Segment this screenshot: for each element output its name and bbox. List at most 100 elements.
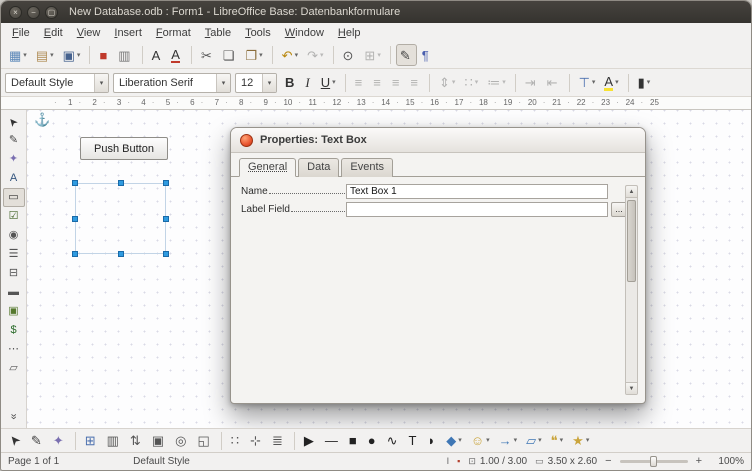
open-in-design-mode-button[interactable]: ▣	[148, 430, 170, 452]
dropdown-caret-icon[interactable]: ▾	[475, 79, 479, 86]
scroll-down-button[interactable]: ▼	[626, 382, 637, 394]
zoom-slider[interactable]	[620, 460, 688, 463]
dropdown-caret-icon[interactable]: ▾	[77, 52, 81, 59]
page-style-indicator[interactable]: Default Style	[133, 456, 190, 467]
text-box-button[interactable]: ▭	[3, 188, 25, 207]
option-button-button[interactable]: ◉	[3, 226, 25, 245]
chevron-down-icon[interactable]: ▾	[216, 74, 230, 92]
dropdown-caret-icon[interactable]: ▾	[586, 437, 590, 444]
redo-button[interactable]: ↷▾	[303, 44, 327, 66]
zoom-out-button[interactable]: −	[605, 456, 611, 467]
select-button[interactable]: ➤	[3, 112, 25, 131]
dropdown-caret-icon[interactable]: ▾	[50, 52, 54, 59]
scroll-up-button[interactable]: ▲	[626, 186, 637, 198]
open-button[interactable]: ▤▾	[32, 44, 58, 66]
more-controls-button[interactable]: ⋯	[3, 340, 25, 359]
combo-box-button[interactable]: ⊟	[3, 264, 25, 283]
callout-shapes-button[interactable]: ❝▾	[547, 430, 568, 452]
dropdown-caret-icon[interactable]: ▾	[502, 79, 506, 86]
menu-window[interactable]: Window	[278, 25, 331, 41]
list-box-button[interactable]: ☰	[3, 245, 25, 264]
property-field[interactable]: ▴▾	[346, 202, 608, 217]
selection-handle-n[interactable]	[118, 180, 124, 186]
align-right-button[interactable]: ≡	[388, 72, 406, 94]
formatting-marks-button[interactable]: ¶	[418, 44, 435, 66]
curve-button[interactable]: ∿	[383, 430, 404, 452]
align-center-button[interactable]: ≡	[369, 72, 387, 94]
dropdown-caret-icon[interactable]: ▾	[332, 79, 336, 86]
menu-tools[interactable]: Tools	[238, 25, 278, 41]
justify-button[interactable]: ≡	[406, 72, 424, 94]
property-field[interactable]: Text Box 1 ▴▾	[346, 184, 608, 199]
titlebar[interactable]: × − ▢ New Database.odb : Form1 - LibreOf…	[1, 1, 751, 23]
selection-handle-w[interactable]	[72, 216, 78, 222]
highlighting-color-button[interactable]: A▾	[600, 72, 622, 94]
chevron-down-icon[interactable]: ▾	[94, 74, 108, 92]
rectangle-button[interactable]: ■	[345, 430, 363, 452]
maximize-button[interactable]: ▢	[45, 6, 58, 19]
form-canvas[interactable]: ⚓ Push Button	[27, 110, 751, 428]
scrollbar-thumb[interactable]	[627, 200, 636, 282]
add-field-button[interactable]: ▥	[103, 430, 125, 452]
tab-events[interactable]: Events	[341, 158, 393, 177]
dropdown-caret-icon[interactable]: ▾	[514, 437, 518, 444]
bold-button[interactable]: B	[281, 72, 300, 94]
chevron-down-icon[interactable]: ▾	[262, 74, 276, 92]
toolbar-overflow-button[interactable]: »	[3, 407, 25, 426]
stars-button[interactable]: ★▾	[568, 430, 593, 452]
increase-indent-button[interactable]: ⇥	[521, 72, 542, 94]
flowchart-button[interactable]: ▱▾	[522, 430, 546, 452]
dropdown-caret-icon[interactable]: ▾	[560, 437, 564, 444]
dropdown-caret-icon[interactable]: ▾	[615, 79, 619, 86]
cut-button[interactable]: ✂	[197, 44, 218, 66]
font-name-combo[interactable]: Liberation Serif▾	[113, 73, 231, 93]
push-button-button[interactable]: ▬	[3, 283, 25, 302]
insert-text-box-button[interactable]: T	[404, 430, 422, 452]
line-spacing-button[interactable]: ⇕▾	[435, 72, 459, 94]
snap-to-grid-button[interactable]: ⊹	[246, 430, 267, 452]
new-form-document-button[interactable]: ▦▾	[5, 44, 31, 66]
close-button[interactable]: ×	[9, 6, 22, 19]
menu-view[interactable]: View	[70, 25, 108, 41]
dialog-scrollbar[interactable]: ▲ ▼	[625, 185, 638, 395]
basic-shapes-button[interactable]: ◆▾	[442, 430, 466, 452]
selection-handle-se[interactable]	[163, 251, 169, 257]
font-size-combo[interactable]: 12▾	[235, 73, 277, 93]
zoom-in-button[interactable]: +	[696, 456, 702, 467]
drawing-select-button[interactable]: ▶	[300, 430, 320, 452]
paragraph-style-combo[interactable]: Default Style▾	[5, 73, 109, 93]
numbered-list-button[interactable]: ≔▾	[483, 72, 510, 94]
menu-help[interactable]: Help	[331, 25, 368, 41]
dropdown-caret-icon[interactable]: ▾	[259, 52, 263, 59]
menu-edit[interactable]: Edit	[37, 25, 70, 41]
form-design-button[interactable]: ▱	[3, 359, 25, 378]
menu-format[interactable]: Format	[149, 25, 198, 41]
line-button[interactable]: —	[321, 430, 344, 452]
automatic-control-focus-button[interactable]: ◎	[171, 430, 192, 452]
italic-button[interactable]: I	[301, 72, 315, 94]
selection-handle-sw[interactable]	[72, 251, 78, 257]
minimize-button[interactable]: −	[27, 6, 40, 19]
undo-button[interactable]: ↶▾	[278, 44, 302, 66]
menu-insert[interactable]: Insert	[107, 25, 149, 41]
dropdown-caret-icon[interactable]: ▾	[592, 79, 596, 86]
design-mode-button[interactable]: ✎	[27, 430, 48, 452]
export-pdf-button[interactable]: ■	[95, 44, 113, 66]
dropdown-caret-icon[interactable]: ▾	[486, 437, 490, 444]
dropdown-caret-icon[interactable]: ▾	[458, 437, 462, 444]
ellipse-button[interactable]: ●	[364, 430, 382, 452]
background-color-button[interactable]: ▮▾	[634, 72, 655, 94]
tab-general[interactable]: General	[239, 158, 296, 177]
print-button[interactable]: ▥	[114, 44, 136, 66]
position-size-button[interactable]: ◱	[193, 430, 215, 452]
insert-mode-indicator[interactable]: I	[447, 457, 450, 466]
callout-button[interactable]: ◗	[423, 430, 441, 452]
dialog-titlebar[interactable]: Properties: Text Box	[231, 128, 645, 153]
control-wizards-button[interactable]: ✦	[3, 150, 25, 169]
spelling-button[interactable]: A	[148, 44, 167, 66]
zoom-slider-thumb[interactable]	[650, 456, 657, 467]
selection-handle-e[interactable]	[163, 216, 169, 222]
menu-file[interactable]: File	[5, 25, 37, 41]
helplines-button[interactable]: ≣	[268, 430, 289, 452]
dropdown-caret-icon[interactable]: ▾	[23, 52, 27, 59]
